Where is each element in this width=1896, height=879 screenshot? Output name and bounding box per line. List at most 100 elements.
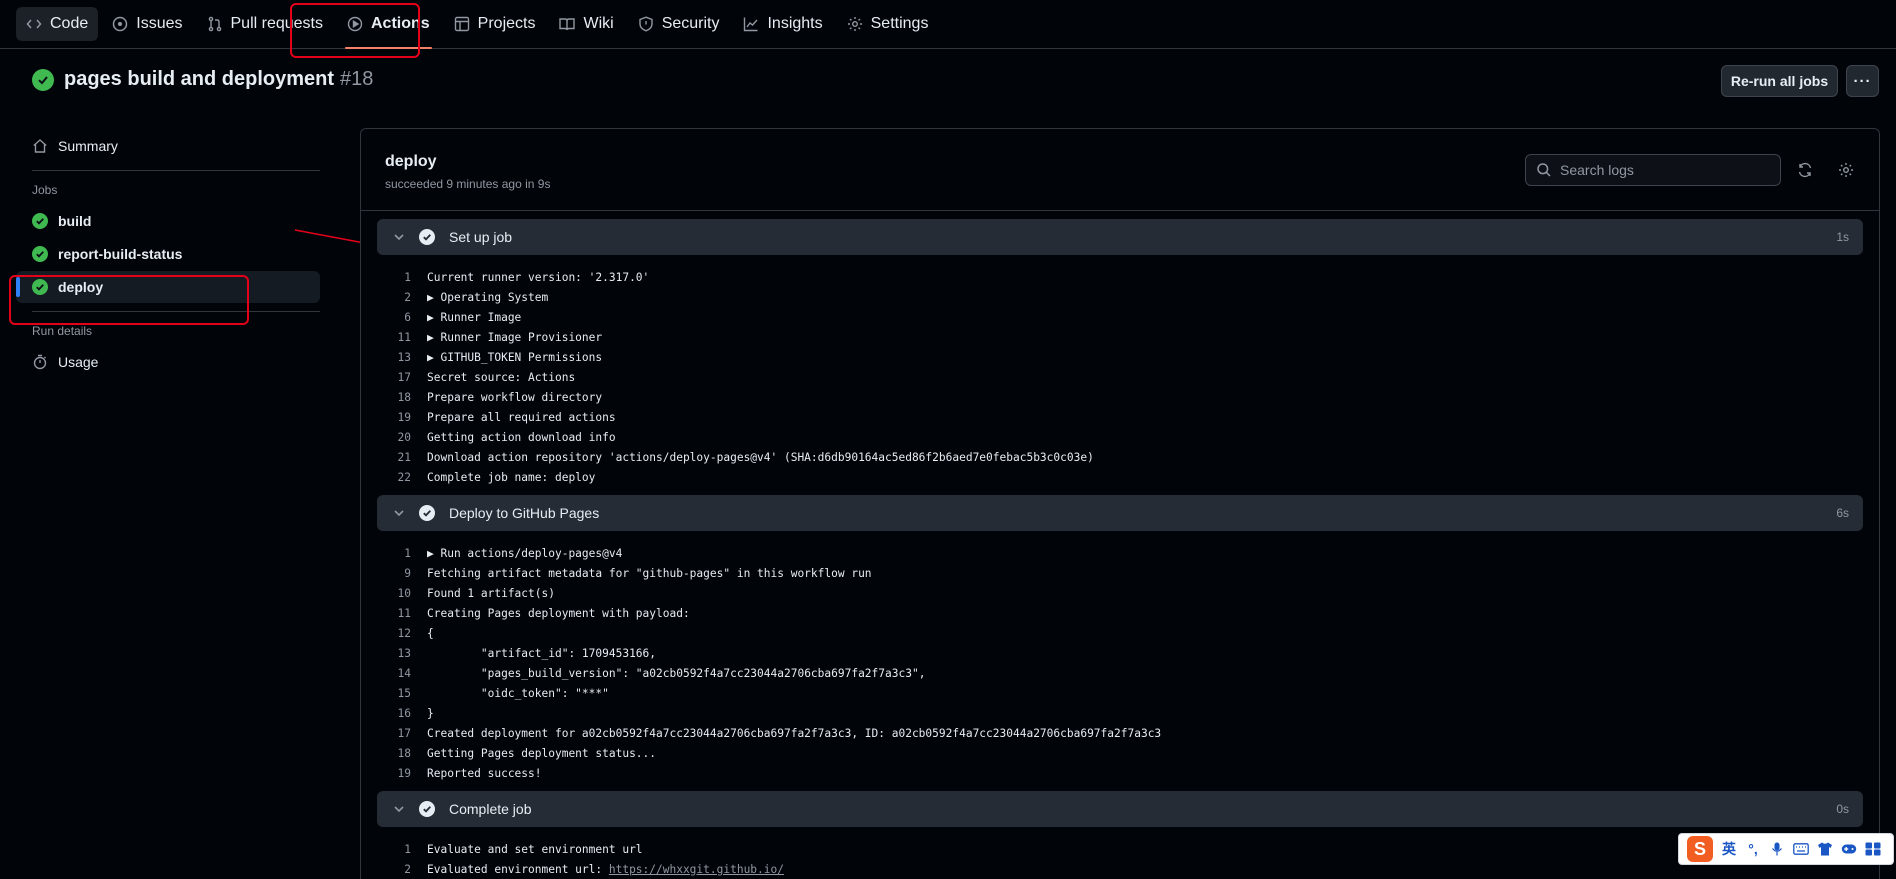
log-line[interactable]: 13 ▶ GITHUB_TOKEN Permissions — [377, 347, 1863, 367]
line-number[interactable]: 1 — [377, 547, 427, 560]
line-number[interactable]: 17 — [377, 371, 427, 384]
line-number[interactable]: 22 — [377, 471, 427, 484]
line-text: Reported success! — [427, 766, 542, 780]
line-number[interactable]: 14 — [377, 667, 427, 680]
line-number[interactable]: 19 — [377, 411, 427, 424]
punctuation-icon[interactable]: °, — [1745, 841, 1761, 857]
line-number[interactable]: 19 — [377, 767, 427, 780]
home-icon — [32, 138, 48, 154]
sidebar-item-label: build — [58, 213, 92, 229]
sidebar-job-deploy[interactable]: deploy — [16, 271, 320, 303]
step-header[interactable]: Set up job 1s — [377, 219, 1863, 255]
shield-icon — [638, 16, 654, 32]
line-number[interactable]: 18 — [377, 391, 427, 404]
tab-insights[interactable]: Insights — [733, 7, 832, 41]
line-number[interactable]: 2 — [377, 863, 427, 876]
step-log: 1 Current runner version: '2.317.0' 2 ▶ Op… — [377, 255, 1863, 493]
sidebar-item-summary[interactable]: Summary — [16, 130, 320, 162]
line-number[interactable]: 1 — [377, 271, 427, 284]
line-number[interactable]: 20 — [377, 431, 427, 444]
line-text: Fetching artifact metadata for "github-p… — [427, 566, 872, 580]
toolbox-icon[interactable] — [1865, 842, 1881, 856]
keyboard-icon[interactable] — [1793, 843, 1809, 855]
log-line: 16} — [377, 703, 1863, 723]
line-text: ▶ Runner Image Provisioner — [427, 330, 603, 344]
log-line[interactable]: 2 ▶ Operating System — [377, 287, 1863, 307]
line-text: } — [427, 706, 434, 720]
log-line: 22 Complete job name: deploy — [377, 467, 1863, 487]
line-number[interactable]: 2 — [377, 291, 427, 304]
tab-pull-requests[interactable]: Pull requests — [197, 7, 334, 41]
log-line[interactable]: 11 ▶ Runner Image Provisioner — [377, 327, 1863, 347]
refresh-icon[interactable] — [1794, 159, 1816, 181]
log-line[interactable]: 6 ▶ Runner Image — [377, 307, 1863, 327]
log-line[interactable]: 1 ▶ Run actions/deploy-pages@v4 — [377, 543, 1863, 563]
line-number[interactable]: 13 — [377, 351, 427, 364]
tab-wiki[interactable]: Wiki — [549, 7, 623, 41]
log-line: 12{ — [377, 623, 1863, 643]
log-line: 13 "artifact_id": 1709453166, — [377, 643, 1863, 663]
step-deploy-to-github-pages: Deploy to GitHub Pages 6s 1 ▶ Run actions… — [377, 495, 1863, 789]
tab-issues[interactable]: Issues — [102, 7, 192, 41]
line-text: Getting Pages deployment status... — [427, 746, 657, 760]
step-duration: 1s — [1836, 230, 1849, 244]
line-number[interactable]: 1 — [377, 843, 427, 856]
log-line: 11 Creating Pages deployment with payload… — [377, 603, 1863, 623]
pull-request-icon — [207, 16, 223, 32]
tab-projects[interactable]: Projects — [444, 7, 546, 41]
line-number[interactable]: 10 — [377, 587, 427, 600]
line-number[interactable]: 15 — [377, 687, 427, 700]
job-header: deploy succeeded 9 minutes ago in 9s — [361, 129, 1879, 211]
rerun-all-jobs-button[interactable]: Re-run all jobs — [1721, 65, 1838, 97]
line-number[interactable]: 11 — [377, 607, 427, 620]
step-name: Deploy to GitHub Pages — [449, 505, 600, 521]
line-number[interactable]: 18 — [377, 747, 427, 760]
line-number[interactable]: 11 — [377, 331, 427, 344]
sidebar-item-usage[interactable]: Usage — [16, 346, 320, 378]
tab-label: Code — [50, 15, 89, 32]
line-number[interactable]: 9 — [377, 567, 427, 580]
log-line: 14 "pages_build_version": "a02cb0592f4a7… — [377, 663, 1863, 683]
line-number[interactable]: 6 — [377, 311, 427, 324]
step-duration: 0s — [1836, 802, 1849, 816]
line-number[interactable]: 21 — [377, 451, 427, 464]
divider — [32, 170, 320, 171]
tab-security[interactable]: Security — [628, 7, 730, 41]
search-logs-field[interactable] — [1525, 154, 1781, 186]
sidebar-job-build[interactable]: build — [16, 205, 320, 237]
line-number[interactable]: 13 — [377, 647, 427, 660]
gear-icon[interactable] — [1835, 159, 1857, 181]
sidebar-item-label: Usage — [58, 354, 99, 370]
tab-settings[interactable]: Settings — [837, 7, 939, 41]
line-text: Evaluated environment url: https://whxxg… — [427, 863, 784, 876]
tab-actions[interactable]: Actions — [337, 7, 440, 49]
line-number[interactable]: 16 — [377, 707, 427, 720]
book-icon — [559, 16, 576, 32]
line-text: Evaluate and set environment url — [427, 842, 643, 856]
chevron-down-icon — [391, 229, 407, 245]
issue-icon — [112, 16, 128, 32]
environment-url-link[interactable]: https://whxxgit.github.io/ — [609, 863, 784, 876]
success-check-icon — [419, 801, 435, 817]
tab-label: Pull requests — [230, 15, 324, 32]
ime-logo-icon[interactable]: S — [1687, 836, 1713, 862]
success-check-icon — [32, 279, 48, 295]
tab-code[interactable]: Code — [16, 7, 99, 41]
step-header[interactable]: Deploy to GitHub Pages 6s — [377, 495, 1863, 531]
run-title-text: pages build and deployment — [64, 68, 335, 90]
ime-language-toggle[interactable]: 英 — [1721, 839, 1737, 859]
code-icon — [26, 16, 42, 32]
line-number[interactable]: 17 — [377, 727, 427, 740]
sidebar-job-report-build-status[interactable]: report-build-status — [16, 238, 320, 270]
step-header[interactable]: Complete job 0s — [377, 791, 1863, 827]
line-text: Download action repository 'actions/depl… — [427, 450, 1094, 464]
line-number[interactable]: 12 — [377, 627, 427, 640]
line-text: ▶ Runner Image — [427, 310, 522, 324]
more-options-button[interactable]: ··· — [1846, 65, 1879, 97]
skin-shirt-icon[interactable] — [1817, 842, 1833, 856]
gamepad-icon[interactable] — [1841, 843, 1857, 855]
line-text: ▶ GITHUB_TOKEN Permissions — [427, 350, 603, 364]
microphone-icon[interactable] — [1769, 842, 1785, 856]
search-logs-input[interactable] — [1560, 162, 1770, 178]
tab-label: Wiki — [583, 15, 614, 32]
